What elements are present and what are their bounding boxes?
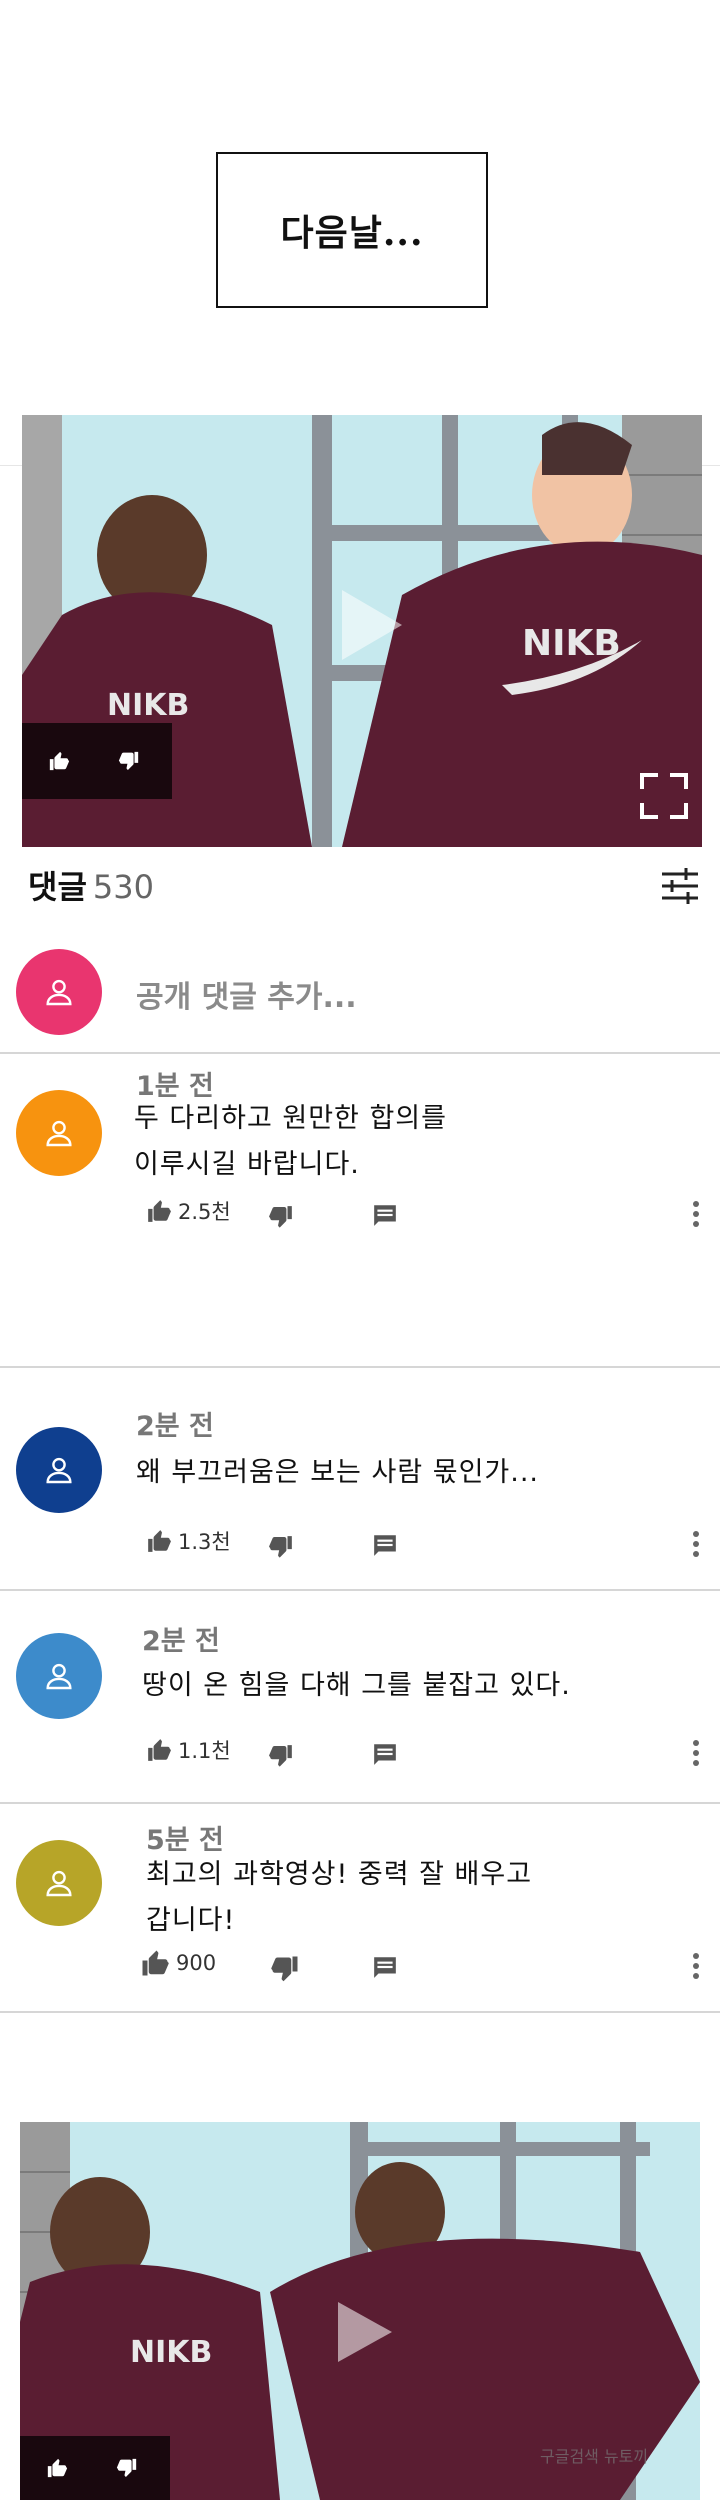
add-comment-input[interactable]: 공개 댓글 추가... bbox=[136, 972, 357, 1016]
comment-item: 2분 전 땅이 온 힘을 다해 그를 붙잡고 있다. 1.1천 bbox=[0, 1589, 720, 1803]
thumbs-down-icon[interactable] bbox=[268, 1534, 294, 1560]
svg-text:NIKB: NIKB bbox=[522, 623, 621, 664]
watermark-text: 구글검색 뉴토끼 bbox=[540, 2447, 648, 2466]
comment-text: 땅이 온 힘을 다해 그를 붙잡고 있다. bbox=[142, 1663, 571, 1709]
comments-header: 댓글 530 bbox=[28, 862, 154, 908]
avatar bbox=[16, 949, 102, 1035]
reply-icon[interactable] bbox=[372, 1741, 398, 1767]
comment-text: 왜 부끄러움은 보는 사람 몫인가... bbox=[136, 1450, 539, 1496]
filter-icon[interactable] bbox=[660, 868, 700, 904]
reply-icon[interactable] bbox=[372, 1202, 398, 1228]
person-icon bbox=[46, 1663, 72, 1690]
caption-box: 다음날... bbox=[216, 152, 488, 308]
comment-text: 두 다리하고 원만한 합의를 이루시길 바랍니다. bbox=[134, 1096, 447, 1188]
thumbs-up-icon[interactable] bbox=[48, 750, 70, 772]
like-count: 900 bbox=[176, 1951, 217, 1975]
thumbs-down-icon[interactable] bbox=[270, 1954, 300, 1984]
video-player-bottom[interactable]: NIKB 구글검색 뉴토끼 bbox=[20, 2122, 700, 2500]
avatar bbox=[16, 1427, 102, 1513]
thumbs-up-icon[interactable] bbox=[46, 2457, 68, 2479]
person-icon bbox=[46, 1120, 72, 1147]
person-icon bbox=[46, 1870, 72, 1897]
caption-text: 다음날... bbox=[280, 212, 424, 254]
avatar bbox=[16, 1090, 102, 1176]
comment-line: 최고의 과학영상! 중력 잘 배우고 bbox=[146, 1859, 533, 1890]
thumbs-up-icon[interactable] bbox=[146, 1198, 172, 1224]
more-vert-icon[interactable] bbox=[692, 1739, 700, 1767]
comment-text: 최고의 과학영상! 중력 잘 배우고 갑니다! bbox=[146, 1852, 532, 1944]
reply-icon[interactable] bbox=[372, 1532, 398, 1558]
more-vert-icon[interactable] bbox=[692, 1952, 700, 1980]
comment-line: 땅이 온 힘을 다해 그를 붙잡고 있다. bbox=[142, 1670, 571, 1701]
reaction-bar bbox=[20, 2436, 170, 2500]
comment-line: 두 다리하고 원만한 합의를 bbox=[134, 1103, 447, 1134]
person-icon bbox=[46, 1457, 72, 1484]
thumbs-down-icon[interactable] bbox=[116, 2457, 138, 2479]
like-button[interactable]: 2.5천 bbox=[146, 1196, 231, 1226]
more-vert-icon[interactable] bbox=[692, 1530, 700, 1558]
thumbs-up-icon[interactable] bbox=[146, 1528, 172, 1554]
thumbs-up-icon[interactable] bbox=[146, 1737, 172, 1763]
like-button[interactable]: 900 bbox=[140, 1948, 216, 1978]
avatar bbox=[16, 1840, 102, 1926]
like-count: 2.5천 bbox=[178, 1200, 231, 1224]
person-icon bbox=[46, 979, 72, 1006]
thumbs-down-icon[interactable] bbox=[268, 1204, 294, 1230]
reply-icon[interactable] bbox=[372, 1954, 398, 1980]
comment-line: 갑니다! bbox=[146, 1905, 236, 1936]
thumbs-down-icon[interactable] bbox=[118, 750, 140, 772]
thumbs-down-icon[interactable] bbox=[268, 1743, 294, 1769]
comment-line: 왜 부끄러움은 보는 사람 몫인가... bbox=[136, 1457, 539, 1488]
comment-time: 2분 전 bbox=[136, 1411, 214, 1442]
like-button[interactable]: 1.1천 bbox=[146, 1735, 231, 1765]
like-count: 1.1천 bbox=[178, 1739, 231, 1763]
avatar bbox=[16, 1633, 102, 1719]
video-player-top[interactable]: NIKB NIKB bbox=[22, 415, 702, 847]
comment-item: 2분 전 왜 부끄러움은 보는 사람 몫인가... 1.3천 bbox=[0, 1366, 720, 1590]
comment-line: 이루시길 바랍니다. bbox=[134, 1149, 360, 1180]
comment-time: 2분 전 bbox=[142, 1626, 220, 1657]
comments-count: 530 bbox=[92, 868, 154, 906]
thumbs-up-icon[interactable] bbox=[140, 1948, 170, 1978]
reaction-bar bbox=[22, 723, 172, 799]
like-button[interactable]: 1.3천 bbox=[146, 1526, 231, 1556]
svg-text:NIKB: NIKB bbox=[107, 688, 189, 723]
comments-label: 댓글 bbox=[28, 868, 87, 906]
more-vert-icon[interactable] bbox=[692, 1200, 700, 1228]
svg-text:NIKB: NIKB bbox=[130, 2335, 212, 2370]
comment-item: 1분 전 두 다리하고 원만한 합의를 이루시길 바랍니다. 2.5천 bbox=[0, 1052, 720, 1367]
comment-item: 5분 전 최고의 과학영상! 중력 잘 배우고 갑니다! 900 bbox=[0, 1802, 720, 2012]
divider bbox=[0, 2011, 720, 2013]
like-count: 1.3천 bbox=[178, 1530, 231, 1554]
